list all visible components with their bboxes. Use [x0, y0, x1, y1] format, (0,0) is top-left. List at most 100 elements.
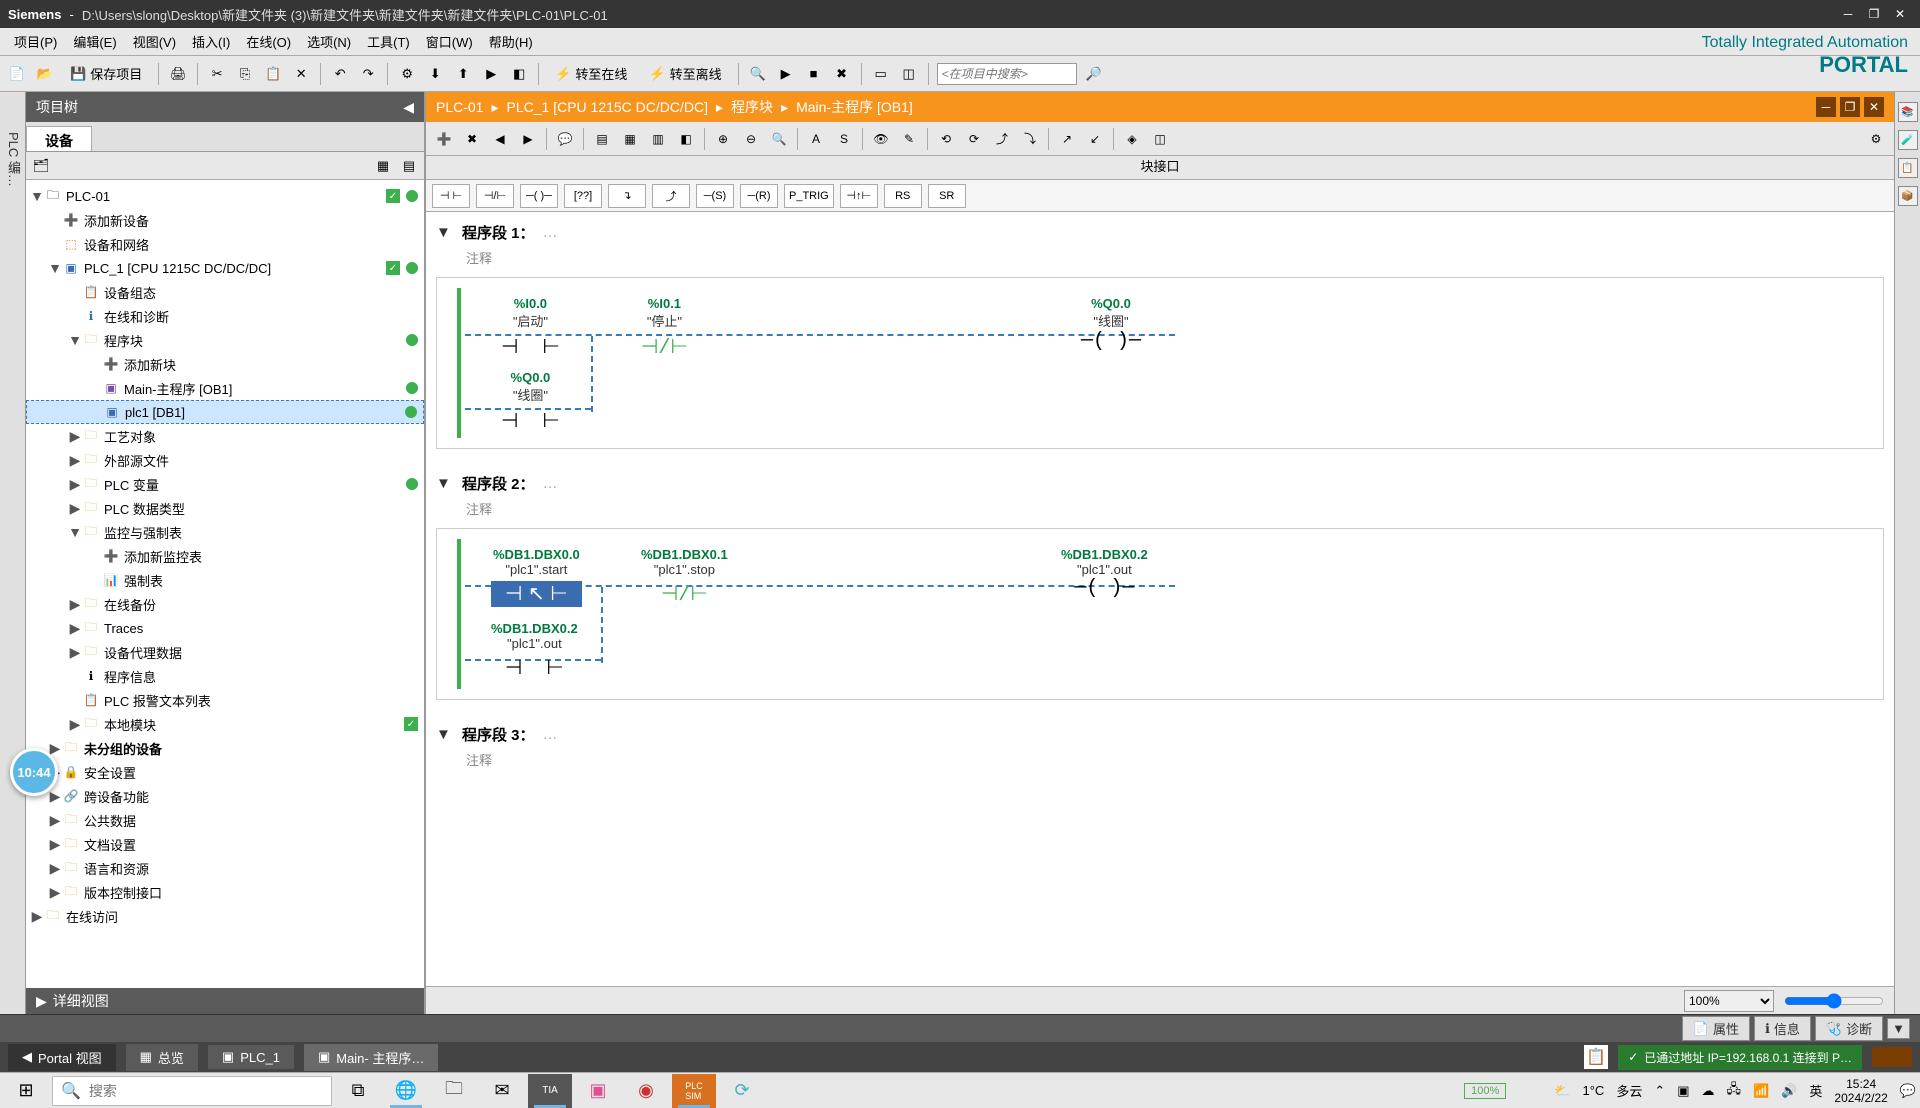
network-1-comment[interactable]: 注释: [466, 248, 1884, 267]
bc-main[interactable]: Main-主程序 [OB1]: [796, 97, 913, 117]
rvt-testing-icon[interactable]: 🧪: [1898, 130, 1918, 150]
taskbar-app-pink[interactable]: ▣: [576, 1074, 620, 1108]
etb-view2-icon[interactable]: ▦: [618, 127, 642, 151]
save-project-button[interactable]: 💾 保存项目: [62, 62, 150, 86]
tree-device-config[interactable]: 📋 设备组态: [26, 280, 424, 304]
contact-plc1-stop[interactable]: %DB1.DBX0.1 "plc1".stop ⊣/⊢: [641, 547, 728, 607]
tray-ime[interactable]: 英: [1809, 1081, 1822, 1100]
coil-output[interactable]: %Q0.0 "线圈" ─( )─: [1081, 296, 1141, 353]
expand-icon[interactable]: ▶: [68, 620, 82, 637]
expand-icon[interactable]: ▶: [36, 993, 47, 1010]
contact-plc1-start[interactable]: %DB1.DBX0.0 "plc1".start ⊣ ↖ ⊢: [491, 547, 582, 607]
taskbar-search-input[interactable]: [89, 1083, 323, 1099]
taskbar-app-red[interactable]: ◉: [624, 1074, 668, 1108]
tree-add-watch[interactable]: ➕ 添加新监控表: [26, 544, 424, 568]
tree-view1-icon[interactable]: ▦: [372, 155, 394, 177]
tree-proxy-data[interactable]: ▶🗀 设备代理数据: [26, 640, 424, 664]
tray-clock[interactable]: 15:24 2024/2/22: [1834, 1077, 1887, 1105]
weather-temp[interactable]: 1°C: [1582, 1083, 1604, 1098]
taskbar-tia-portal[interactable]: TIA: [528, 1074, 572, 1108]
tree-plc-datatypes[interactable]: ▶🗀 PLC 数据类型: [26, 496, 424, 520]
tree-local-modules[interactable]: ▶🗀 本地模块 ✓: [26, 712, 424, 736]
etb-monitor-icon[interactable]: 👁: [869, 127, 893, 151]
tree-cross-device[interactable]: ▶🔗 跨设备功能: [26, 784, 424, 808]
cut-icon[interactable]: ✂: [206, 63, 228, 85]
taskbar-mail[interactable]: ✉: [480, 1074, 524, 1108]
menu-edit[interactable]: 编辑(E): [65, 28, 124, 55]
etb-nav-prev-icon[interactable]: ◀: [488, 127, 512, 151]
tab-overview[interactable]: ▦ 总览: [126, 1044, 198, 1071]
tree-view2-icon[interactable]: ▤: [398, 155, 420, 177]
tray-expand-icon[interactable]: ⌃: [1654, 1083, 1665, 1099]
lad-rs[interactable]: RS: [884, 184, 922, 208]
sim-icon[interactable]: ▶: [480, 63, 502, 85]
go-offline-button[interactable]: ⚡ 转至离线: [641, 62, 729, 86]
tree-doc-settings[interactable]: ▶🗀 文档设置: [26, 832, 424, 856]
etb-modify-icon[interactable]: ✎: [897, 127, 921, 151]
expand-icon[interactable]: ▶: [48, 860, 62, 877]
accessible-devices-icon[interactable]: 🔍: [747, 63, 769, 85]
battery-indicator[interactable]: 100%: [1464, 1083, 1506, 1099]
menu-view[interactable]: 视图(V): [125, 28, 184, 55]
bc-plc[interactable]: PLC_1 [CPU 1215C DC/DC/DC]: [507, 99, 709, 115]
lad-ptrig[interactable]: P_TRIG: [784, 184, 834, 208]
lad-ntrig[interactable]: ⊣↑⊢: [840, 184, 878, 208]
etb-view1-icon[interactable]: ▤: [590, 127, 614, 151]
menu-help[interactable]: 帮助(H): [481, 28, 541, 55]
zoom-slider[interactable]: [1784, 993, 1884, 1009]
etb-collapse-icon[interactable]: ⊖: [739, 127, 763, 151]
download-icon[interactable]: ⬇: [424, 63, 446, 85]
expand-icon[interactable]: ▶: [68, 596, 82, 613]
taskbar-plcsim[interactable]: PLCSIM: [672, 1074, 716, 1108]
cross-ref-icon[interactable]: ✖: [831, 63, 853, 85]
tree-plc1[interactable]: ▼ ▣ PLC_1 [CPU 1215C DC/DC/DC] ✓: [26, 256, 424, 280]
task-view-button[interactable]: ⧉: [336, 1074, 380, 1108]
etb-call1-icon[interactable]: ↗: [1055, 127, 1079, 151]
expand-icon[interactable]: ▶: [48, 788, 62, 805]
etb-go3-icon[interactable]: ⤴: [990, 127, 1014, 151]
tree-plc1-db1[interactable]: ▣ plc1 [DB1]: [26, 400, 424, 424]
lad-close-branch[interactable]: ⤴: [652, 184, 690, 208]
etb-snap-icon[interactable]: ◈: [1120, 127, 1144, 151]
tray-volume-icon[interactable]: 🔊: [1781, 1083, 1797, 1099]
portal-view-button[interactable]: ◀ Portal 视图: [8, 1044, 116, 1071]
expand-icon[interactable]: ▶: [48, 884, 62, 901]
expand-icon[interactable]: ▼: [48, 260, 62, 276]
open-project-icon[interactable]: 📂: [34, 63, 56, 85]
start-cpu-icon[interactable]: ▶: [775, 63, 797, 85]
editor-close-button[interactable]: ✕: [1864, 97, 1884, 117]
project-search-input[interactable]: [937, 63, 1077, 85]
tray-network-icon[interactable]: 🖧: [1727, 1080, 1742, 1102]
lad-coil[interactable]: ─( )─: [520, 184, 558, 208]
expand-icon[interactable]: ▶: [48, 812, 62, 829]
etb-split-icon[interactable]: ◫: [1148, 127, 1172, 151]
etb-go2-icon[interactable]: ⟳: [962, 127, 986, 151]
window-close-button[interactable]: ✕: [1888, 4, 1912, 24]
network-1-ladder[interactable]: %I0.0 "启动" ⊣ ⊢ %I0.1 "停止" ⊣/⊢ %Q0.0 "线圈": [436, 277, 1884, 449]
menu-tools[interactable]: 工具(T): [359, 28, 418, 55]
rvt-tasks-icon[interactable]: 📋: [1898, 158, 1918, 178]
tree-alarm-texts[interactable]: 📋 PLC 报警文本列表: [26, 688, 424, 712]
tree-project-root[interactable]: ▼ 🗀 PLC-01 ✓: [26, 184, 424, 208]
new-project-icon[interactable]: 📄: [6, 63, 28, 85]
menu-insert[interactable]: 插入(I): [184, 28, 238, 55]
expand-icon[interactable]: ▶: [68, 644, 82, 661]
expand-icon[interactable]: ▶: [68, 452, 82, 469]
editor-maximize-button[interactable]: ❐: [1840, 97, 1860, 117]
etb-nav-next-icon[interactable]: ▶: [516, 127, 540, 151]
lad-nc-contact[interactable]: ⊣/⊢: [476, 184, 514, 208]
etb-abs-icon[interactable]: A: [804, 127, 828, 151]
taskbar-edge[interactable]: 🌐: [384, 1074, 428, 1108]
taskbar-search[interactable]: 🔍: [52, 1076, 332, 1106]
bc-project[interactable]: PLC-01: [436, 99, 483, 115]
detail-view-header[interactable]: ▶ 详细视图: [26, 988, 424, 1014]
redo-icon[interactable]: ↷: [357, 63, 379, 85]
rvt-instructions-icon[interactable]: 📚: [1898, 102, 1918, 122]
undo-icon[interactable]: ↶: [329, 63, 351, 85]
expand-icon[interactable]: ▶: [68, 716, 82, 733]
network-1-header[interactable]: ▼ 程序段 1： …: [436, 218, 1884, 246]
compile-icon[interactable]: ⚙: [396, 63, 418, 85]
inspector-properties-tab[interactable]: 📄 属性: [1682, 1016, 1750, 1041]
tree-add-device[interactable]: ➕ 添加新设备: [26, 208, 424, 232]
etb-options-icon[interactable]: ⚙: [1864, 127, 1888, 151]
